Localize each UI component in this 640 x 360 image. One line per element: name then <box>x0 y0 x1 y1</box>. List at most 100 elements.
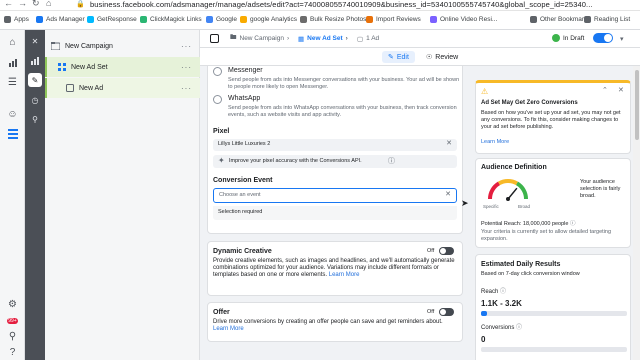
pixel-label: Pixel <box>213 128 230 135</box>
offer-toggle[interactable] <box>439 308 454 316</box>
nav-rail: ⌂ ☰ ☺ ⚙ 99+ ⚲ ? <box>0 30 25 360</box>
folder-icon: 🖿 <box>230 34 237 41</box>
warning-learn-more-link[interactable]: Learn More <box>481 139 509 146</box>
back-icon[interactable]: ← <box>4 0 13 8</box>
conversions-value: 0 <box>481 335 486 344</box>
chevron-up-icon[interactable]: ⌃ <box>602 86 608 94</box>
tree-item-adset[interactable]: New Ad Set ··· <box>45 57 200 77</box>
dynamic-learn-more-link[interactable]: Learn More <box>329 272 360 278</box>
sparkle-icon: ✦ <box>218 156 225 165</box>
tree-toolbar: ✕ ✎ ◷ ⚲ <box>25 30 45 360</box>
forward-icon[interactable]: → <box>18 0 27 8</box>
reload-icon[interactable]: ↻ <box>32 0 40 9</box>
adset-grid-icon <box>57 63 66 72</box>
pencil-icon[interactable]: ✎ <box>28 73 42 87</box>
chart-icon[interactable] <box>6 56 19 69</box>
menu-icon[interactable]: ☰ <box>6 76 19 89</box>
warning-card: ⚠ ⌃ ✕ Ad Set May Get Zero Conversions Ba… <box>475 80 631 154</box>
summary-panel: ⚠ ⌃ ✕ Ad Set May Get Zero Conversions Ba… <box>470 66 640 360</box>
tree-item-label: New Ad <box>79 84 104 92</box>
settings-icon[interactable]: ⚙ <box>6 298 19 311</box>
conversion-error: Selection required <box>213 206 457 220</box>
gauge-broad-label: Broad <box>518 204 531 209</box>
search-small-icon[interactable]: ⚲ <box>28 112 42 126</box>
apps-grid-icon <box>4 16 11 23</box>
audience-title: Audience Definition <box>481 164 547 171</box>
folder-icon <box>530 16 537 23</box>
getresponse-icon <box>87 16 94 23</box>
offer-card: Offer Off Drive more conversions by crea… <box>207 302 463 342</box>
warning-desc: Based on how you've set up your ad set, … <box>481 110 621 130</box>
bookmark-bulk-resize[interactable]: Bulk Resize Photos <box>300 16 366 23</box>
reviews-icon <box>366 16 373 23</box>
chevron-down-icon[interactable]: ▾ <box>620 35 624 43</box>
offer-state: Off <box>427 309 435 315</box>
lock-icon: 🔒 <box>76 1 85 8</box>
breadcrumb-campaign[interactable]: 🖿 New Campaign › <box>230 33 289 44</box>
bookmark-import-reviews[interactable]: Import Reviews <box>366 16 421 23</box>
info-icon[interactable]: ⓘ <box>500 289 506 295</box>
tree-item-ad[interactable]: New Ad ··· <box>45 78 200 98</box>
bookmark-google-analytics[interactable]: google Analytics <box>240 16 297 23</box>
help-icon[interactable]: ? <box>6 346 19 359</box>
notification-icon[interactable]: 99+ <box>6 314 19 327</box>
warning-icon: ⚠ <box>481 87 489 96</box>
potential-reach: Potential Reach: 18,000,000 people ⓘ <box>481 221 576 227</box>
bookmark-clickmagick[interactable]: ClickMagick Links <box>140 16 202 23</box>
pixel-select[interactable]: Lillys Little Luxuries 2 ✕ <box>213 139 457 151</box>
offer-learn-more-link[interactable]: Learn More <box>213 326 244 332</box>
bookmark-reading-list[interactable]: Reading List <box>584 16 630 23</box>
bookmark-ads-manager[interactable]: Ads Manager <box>36 16 85 23</box>
breadcrumb-ad[interactable]: ▢ 1 Ad <box>357 35 379 43</box>
info-icon[interactable]: ⓘ <box>516 325 522 331</box>
adset-form: Messenger Send people from ads into Mess… <box>200 66 470 360</box>
bookmark-apps[interactable]: Apps <box>4 16 29 23</box>
draft-status-icon <box>552 34 560 42</box>
audience-card: Audience Definition Specific Broad Your … <box>475 158 631 248</box>
eye-icon: ☉ <box>426 54 433 61</box>
reach-bar <box>481 311 627 316</box>
info-icon[interactable]: ⓘ <box>570 221 576 227</box>
bookmark-getresponse[interactable]: GetResponse <box>87 16 137 23</box>
chart-small-icon[interactable] <box>28 54 42 68</box>
tab-edit[interactable]: ✎ Edit <box>382 51 415 63</box>
tree-item-label: New Campaign <box>65 42 113 50</box>
tree-item-label: New Ad Set <box>71 63 108 71</box>
url-text[interactable]: business.facebook.com/adsmanager/manage/… <box>90 0 593 9</box>
bookmark-google[interactable]: Google <box>206 16 237 23</box>
search-icon[interactable]: ⚲ <box>6 330 19 343</box>
more-options-icon[interactable]: ··· <box>181 84 192 93</box>
reach-value: 1.1K - 3.2K <box>481 299 522 308</box>
warning-title: Ad Set May Get Zero Conversions <box>481 100 578 106</box>
more-options-icon[interactable]: ··· <box>181 42 192 51</box>
whatsapp-radio[interactable] <box>213 95 222 104</box>
audience-note: Your audience selection is fairly broad. <box>580 179 621 199</box>
breadcrumb-adset[interactable]: ▦ New Ad Set › <box>298 35 348 43</box>
draft-toggle[interactable] <box>593 33 613 43</box>
messenger-radio[interactable] <box>213 67 222 76</box>
pixel-tip: ✦ Improve your pixel accuracy with the C… <box>213 155 457 168</box>
emoji-icon[interactable]: ☺ <box>6 108 19 121</box>
folder-icon <box>51 42 60 51</box>
home-browser-icon[interactable]: ⌂ <box>46 0 51 8</box>
grid-icon[interactable] <box>6 127 19 140</box>
tab-review[interactable]: ☉ Review <box>420 51 464 63</box>
conversion-event-input[interactable]: Choose an event ✕ <box>213 188 457 203</box>
ad-icon <box>65 84 74 93</box>
clear-icon[interactable]: ✕ <box>445 190 451 198</box>
more-options-icon[interactable]: ··· <box>181 63 192 72</box>
info-icon[interactable]: ⓘ <box>388 156 395 166</box>
dynamic-creative-toggle[interactable] <box>439 247 454 255</box>
close-icon[interactable]: ✕ <box>28 34 42 48</box>
panel-toggle-icon[interactable] <box>210 34 219 43</box>
clear-icon[interactable]: ✕ <box>446 139 452 147</box>
offer-title: Offer <box>213 309 230 316</box>
close-icon[interactable]: ✕ <box>618 86 624 94</box>
clock-icon[interactable]: ◷ <box>28 93 42 107</box>
page-scrollbar-thumb[interactable] <box>635 70 639 140</box>
conversion-card: Messenger Send people from ads into Mess… <box>207 66 463 234</box>
bookmark-other[interactable]: Other Bookmarks <box>530 16 591 23</box>
home-icon[interactable]: ⌂ <box>6 36 19 49</box>
bookmark-video-resizer[interactable]: Online Video Resi... <box>430 16 497 23</box>
tree-item-campaign[interactable]: New Campaign ··· <box>45 36 200 56</box>
